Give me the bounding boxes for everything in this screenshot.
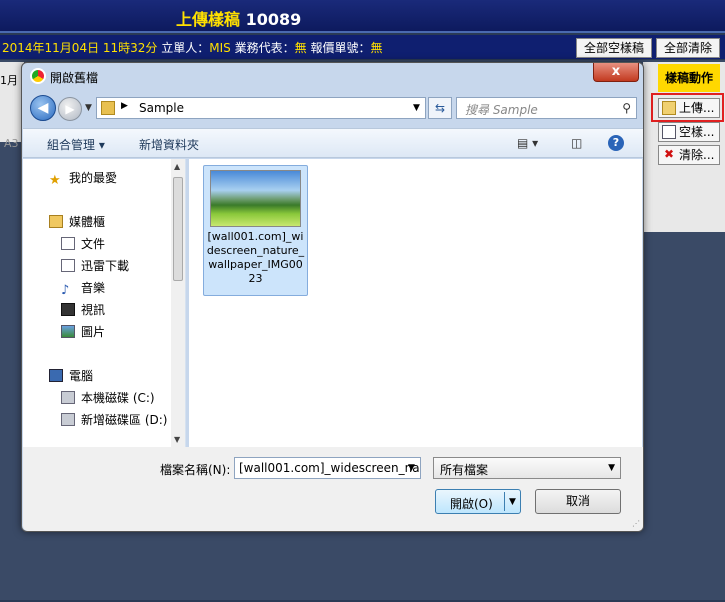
nav-computer[interactable]: 電腦 — [49, 367, 93, 384]
back-button[interactable]: ◀ — [30, 95, 56, 121]
creator-value: MIS — [209, 41, 231, 55]
nav-label: 圖片 — [81, 325, 106, 339]
video-icon — [61, 303, 75, 316]
scroll-thumb[interactable] — [173, 177, 183, 281]
highlight-box — [651, 93, 724, 122]
split-divider — [504, 492, 505, 511]
nav-label: 音樂 — [81, 281, 106, 295]
search-icon: ⚲ — [622, 101, 631, 115]
breadcrumb[interactable]: Sample — [139, 101, 184, 115]
resize-grip-icon[interactable]: ⋰ — [632, 519, 640, 528]
filename-input[interactable]: [wall001.com]_widescreen_na — [234, 457, 421, 479]
preview-pane-icon[interactable]: ◫ — [571, 136, 582, 150]
view-icon[interactable]: ▤ ▾ — [517, 136, 538, 150]
new-folder-button[interactable]: 新增資料夾 — [139, 136, 199, 153]
nav-downloads[interactable]: 迅雷下載 — [61, 257, 129, 274]
organize-button[interactable]: 組合管理 ▾ — [47, 136, 105, 153]
music-icon: ♪ — [61, 283, 70, 298]
clear-all-button[interactable]: 全部清除 — [656, 38, 720, 58]
filename-label: 檔案名稱(N): — [160, 463, 231, 477]
filetype-select[interactable]: 所有檔案 ▼ — [433, 457, 621, 479]
nav-scrollbar[interactable]: ▲ ▼ — [171, 159, 185, 447]
file-item[interactable]: [wall001.com]_widescreen_nature_wallpape… — [203, 165, 308, 296]
chevron-down-icon: ▼ — [608, 463, 615, 473]
address-dropdown-icon[interactable]: ▼ — [413, 103, 420, 113]
nav-label: 迅雷下載 — [81, 259, 130, 273]
blank-button[interactable]: 空樣... — [658, 122, 720, 142]
picture-icon — [61, 325, 75, 338]
page-title: 上傳樣稿 10089 — [176, 6, 301, 30]
nav-local-disk[interactable]: 本機磁碟 (C:) — [61, 389, 155, 406]
folder-icon — [101, 101, 115, 115]
filename-dropdown-icon[interactable]: ▼ — [408, 463, 415, 473]
nav-label: 文件 — [81, 237, 106, 251]
drive-icon — [61, 413, 75, 426]
action-header: 樣稿動作 — [658, 64, 720, 92]
library-icon — [49, 215, 63, 228]
navigation-pane: ★ 我的最愛 媒體櫃 文件 迅雷下載 ♪ 音樂 視訊 圖片 電腦 本機磁碟 (C:)… — [23, 159, 186, 447]
title-number: 10089 — [245, 10, 302, 29]
star-icon: ★ — [49, 173, 61, 188]
drive-icon — [61, 391, 75, 404]
blank-label: 空樣... — [679, 125, 715, 139]
command-bar: 組合管理 ▾ 新增資料夾 ▤ ▾ ◫ ? — [23, 128, 643, 158]
forward-button[interactable]: ▶ — [58, 97, 82, 121]
open-options-icon[interactable]: ▼ — [509, 497, 516, 507]
nav-pictures[interactable]: 圖片 — [61, 323, 105, 340]
refresh-button[interactable]: ⇆ — [428, 97, 452, 119]
breadcrumb-arrow-icon[interactable]: ▶ — [121, 101, 128, 111]
dialog-title: 開啟舊檔 — [50, 71, 99, 85]
nav-videos[interactable]: 視訊 — [61, 301, 105, 318]
title-text: 上傳樣稿 — [176, 10, 241, 29]
download-icon — [61, 259, 75, 272]
open-button[interactable]: 開啟(O) ▼ — [435, 489, 521, 514]
nav-libraries[interactable]: 媒體櫃 — [49, 213, 105, 230]
quote-label: 報價單號： — [310, 41, 371, 55]
address-bar[interactable]: ▶ Sample ▼ — [96, 97, 426, 119]
rep-value: 無 — [294, 41, 307, 55]
file-name: [wall001.com]_widescreen_nature_wallpape… — [206, 230, 305, 285]
help-icon[interactable]: ? — [608, 135, 624, 151]
rep-label: 業務代表： — [234, 41, 295, 55]
nav-label: 電腦 — [69, 369, 94, 383]
nav-favorites[interactable]: ★ 我的最愛 — [49, 169, 117, 187]
close-button[interactable]: x — [593, 63, 639, 82]
creator-label: 立單人： — [161, 41, 210, 55]
image-thumbnail — [210, 170, 301, 227]
quote-value: 無 — [370, 41, 383, 55]
file-list: [wall001.com]_widescreen_nature_wallpape… — [189, 159, 642, 447]
nav-label: 媒體櫃 — [69, 215, 106, 229]
clear-button[interactable]: ✖ 清除... — [658, 145, 720, 165]
all-blank-button[interactable]: 全部空樣稿 — [576, 38, 652, 58]
nav-new-volume[interactable]: 新增磁碟區 (D:) — [61, 411, 167, 428]
nav-documents[interactable]: 文件 — [61, 235, 105, 252]
clear-label: 清除... — [679, 148, 715, 162]
search-input[interactable]: 搜尋 Sample ⚲ — [456, 97, 637, 119]
cancel-button[interactable]: 取消 — [535, 489, 621, 514]
open-file-dialog: 開啟舊檔 x ◀ ▶ ▼ ▶ Sample ▼ ⇆ 搜尋 Sample ⚲ 組合… — [21, 62, 644, 532]
document-icon — [61, 237, 75, 250]
computer-icon — [49, 369, 63, 382]
left-fragment: 1月 — [0, 74, 18, 87]
navigation-bar: ◀ ▶ ▼ ▶ Sample ▼ ⇆ 搜尋 Sample ⚲ — [30, 95, 637, 121]
document-icon — [662, 125, 676, 139]
nav-label: 新增磁碟區 (D:) — [81, 413, 168, 427]
browser-icon — [30, 68, 46, 84]
open-label: 開啟(O) — [450, 497, 493, 511]
search-placeholder: 搜尋 Sample — [465, 103, 538, 117]
date-text: 2014年11月04日 11時32分 — [2, 41, 158, 55]
order-info: 2014年11月04日 11時32分 立單人：MIS 業務代表：無 報價單號：無 — [2, 39, 383, 56]
app-header: 上傳樣稿 10089 — [0, 0, 725, 33]
scroll-down-icon[interactable]: ▼ — [174, 435, 180, 444]
history-dropdown-icon[interactable]: ▼ — [85, 103, 92, 113]
nav-label: 視訊 — [81, 303, 106, 317]
nav-label: 我的最愛 — [69, 171, 118, 185]
delete-icon: ✖ — [663, 147, 675, 161]
left-fragment-2: A3 — [4, 137, 19, 150]
scroll-up-icon[interactable]: ▲ — [174, 162, 180, 171]
filetype-value: 所有檔案 — [440, 463, 489, 477]
nav-music[interactable]: ♪ 音樂 — [61, 279, 105, 297]
nav-label: 本機磁碟 (C:) — [81, 391, 155, 405]
dialog-footer: 檔案名稱(N): [wall001.com]_widescreen_na ▼ 所… — [23, 447, 643, 531]
